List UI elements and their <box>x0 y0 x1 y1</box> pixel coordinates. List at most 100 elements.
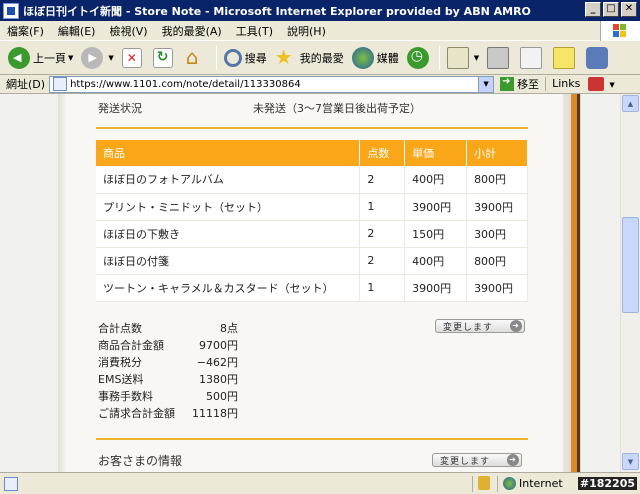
shipping-value: 未発送（3〜7営業日後出荷予定） <box>253 102 421 115</box>
item-subtotal: 3900円 <box>466 274 528 302</box>
chevron-down-icon[interactable]: ▼ <box>609 81 614 89</box>
header-price: 単価 <box>404 140 468 166</box>
menu-file[interactable]: 檔案(F) <box>0 23 51 39</box>
item-name: ほぼ日の下敷き <box>96 220 361 248</box>
section-divider <box>96 127 528 129</box>
total-value: 11118円 <box>192 407 238 420</box>
page-viewport: 発送状況 未発送（3〜7営業日後出荷予定） 商品 点数 単価 小計 ほぼ日のフォ… <box>0 94 620 472</box>
chevron-down-icon[interactable]: ▼ <box>478 76 494 92</box>
change-order-button[interactable]: 変更します ➜ <box>435 319 525 333</box>
title-bar: ほぼ日刊イトイ新聞 - Store Note - Microsoft Inter… <box>0 0 640 21</box>
chevron-down-icon[interactable]: ▼ <box>68 54 73 62</box>
total-value: 9700円 <box>199 339 238 352</box>
page-icon <box>3 2 19 19</box>
item-price: 3900円 <box>404 193 468 221</box>
print-button[interactable] <box>483 44 516 72</box>
scroll-up-button[interactable]: ▲ <box>622 95 639 112</box>
scroll-down-button[interactable]: ▼ <box>622 453 639 470</box>
note-icon <box>553 46 576 69</box>
mail-button[interactable]: ▼ <box>443 44 483 72</box>
menu-help[interactable]: 說明(H) <box>280 23 333 39</box>
menu-bar: 檔案(F) 編輯(E) 檢視(V) 我的最愛(A) 工具(T) 說明(H) <box>0 21 640 41</box>
messenger-icon <box>586 46 609 69</box>
shipping-status: 発送状況 未発送（3〜7営業日後出荷予定） <box>98 100 421 116</box>
status-divider <box>472 476 473 492</box>
chevron-down-icon[interactable]: ▼ <box>474 54 479 62</box>
section-divider <box>96 438 528 440</box>
menu-favorites[interactable]: 我的最愛(A) <box>155 23 229 39</box>
stop-button[interactable] <box>118 44 149 72</box>
item-subtotal: 3900円 <box>466 193 528 221</box>
home-button[interactable] <box>180 44 213 72</box>
item-price: 150円 <box>404 220 468 248</box>
window-controls: _ □ ✕ <box>585 2 637 17</box>
vertical-scrollbar[interactable]: ▲ ▼ <box>620 94 640 472</box>
media-icon <box>351 46 374 69</box>
item-qty: 2 <box>359 220 406 248</box>
messenger-button[interactable] <box>582 44 615 72</box>
address-url[interactable]: https://www.1101.com/note/detail/1133308… <box>70 79 301 90</box>
media-button[interactable]: 媒體 <box>348 44 403 72</box>
window-title: ほぼ日刊イトイ新聞 - Store Note - Microsoft Inter… <box>23 4 531 18</box>
total-value: 1380円 <box>199 373 238 386</box>
total-value: 500円 <box>206 390 238 403</box>
change-customer-button[interactable]: 変更します ➜ <box>432 453 522 467</box>
page-border-dark <box>577 94 580 472</box>
edit-button[interactable] <box>516 44 549 72</box>
media-label: 媒體 <box>376 51 399 65</box>
forward-arrow-icon <box>81 46 104 69</box>
table-row: ほぼ日の下敷き 2 150円 300円 <box>96 220 528 248</box>
go-button[interactable]: 移至 <box>494 76 545 92</box>
item-qty: 2 <box>359 247 406 275</box>
forward-button[interactable]: ▼ <box>77 44 117 72</box>
back-label: 上一頁 <box>33 51 66 65</box>
header-qty: 点数 <box>359 140 406 166</box>
search-button[interactable]: 搜尋 <box>220 44 271 72</box>
refresh-button[interactable] <box>149 44 180 72</box>
favorites-button[interactable]: 我的最愛 <box>271 44 348 72</box>
printer-icon <box>487 46 510 69</box>
toolbar-separator <box>215 45 217 70</box>
chevron-down-icon[interactable]: ▼ <box>108 54 113 62</box>
item-qty: 1 <box>359 193 406 221</box>
links-button[interactable]: Links ▼ <box>545 77 621 91</box>
globe-icon <box>503 477 516 490</box>
back-button[interactable]: 上一頁 ▼ <box>4 44 77 72</box>
table-row: ほぼ日の付箋 2 400円 800円 <box>96 247 528 275</box>
scroll-thumb[interactable] <box>622 217 639 313</box>
item-price: 400円 <box>404 166 468 194</box>
star-icon <box>275 45 297 69</box>
order-table: 商品 点数 単価 小計 ほぼ日のフォトアルバム 2 400円 800円 プリント… <box>96 140 528 302</box>
home-icon <box>184 45 206 69</box>
item-price: 400円 <box>404 247 468 275</box>
links-icon <box>587 77 604 91</box>
page-icon <box>4 476 18 491</box>
stop-icon <box>121 47 142 68</box>
maximize-button[interactable]: □ <box>603 2 619 17</box>
lock-icon[interactable] <box>478 476 490 490</box>
item-name: ほぼ日のフォトアルバム <box>96 166 361 194</box>
minimize-button[interactable]: _ <box>585 2 601 17</box>
menu-edit[interactable]: 編輯(E) <box>51 23 103 39</box>
address-input[interactable]: https://www.1101.com/note/detail/1133308… <box>49 75 495 93</box>
item-qty: 1 <box>359 274 406 302</box>
search-icon <box>223 48 242 67</box>
go-arrow-icon <box>500 76 515 91</box>
page-icon <box>53 77 68 91</box>
history-button[interactable] <box>403 44 436 72</box>
item-price: 3900円 <box>404 274 468 302</box>
back-arrow-icon <box>8 46 30 69</box>
mail-icon <box>446 46 469 69</box>
close-button[interactable]: ✕ <box>621 2 637 17</box>
address-bar: 網址(D) https://www.1101.com/note/detail/1… <box>0 75 640 94</box>
item-name: プリント・ミニドット（セット） <box>96 193 361 221</box>
change-label: 変更します <box>440 456 491 467</box>
windows-flag-icon <box>613 24 627 38</box>
discuss-button[interactable] <box>549 44 582 72</box>
refresh-icon <box>152 47 173 68</box>
menu-tools[interactable]: 工具(T) <box>229 23 280 39</box>
menu-view[interactable]: 檢視(V) <box>102 23 154 39</box>
toolbar-separator <box>438 45 440 70</box>
table-row: ツートン・キャラメル＆カスタード（セット） 1 3900円 3900円 <box>96 274 528 302</box>
windows-logo <box>600 21 640 41</box>
